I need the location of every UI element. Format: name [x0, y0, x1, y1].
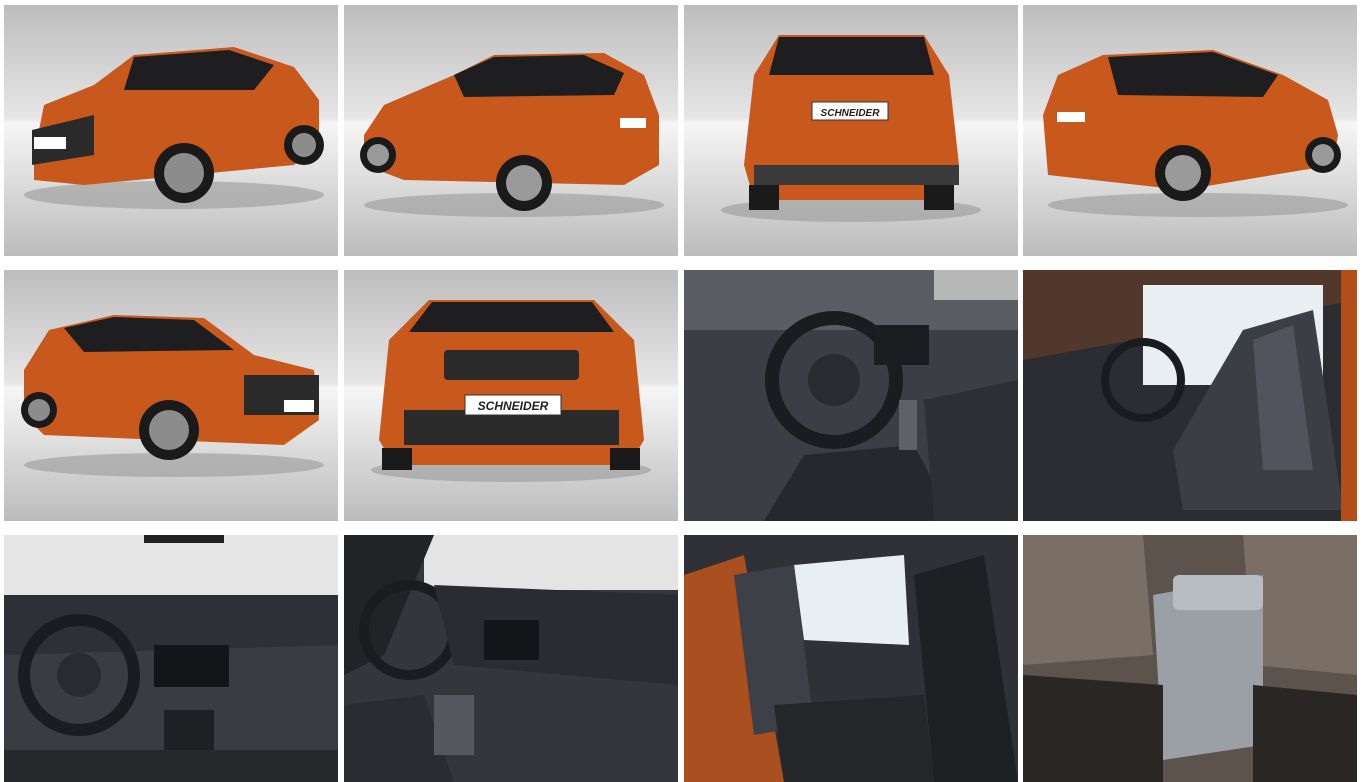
car-front-right-image — [4, 270, 338, 521]
photo-thumbnail-rear-right[interactable] — [1023, 5, 1357, 256]
photo-thumbnail-rear-seats-interior[interactable] — [684, 535, 1018, 782]
interior-rear-seats-image — [684, 535, 1018, 782]
photo-thumbnail-front-right[interactable] — [4, 270, 338, 521]
photo-gallery: SCHNEIDER SCHNEIDER — [0, 0, 1365, 782]
photo-thumbnail-dashboard-interior[interactable] — [4, 535, 338, 782]
interior-dashboard-image — [4, 535, 338, 782]
car-front-image: SCHNEIDER — [344, 270, 678, 521]
front-plate-text: SCHNEIDER — [478, 399, 549, 413]
photo-thumbnail-dashboard-side-interior[interactable] — [344, 535, 678, 782]
car-rear-left-image — [344, 5, 678, 256]
car-front-left-image — [4, 5, 338, 256]
car-rear-right-image — [1023, 5, 1357, 256]
photo-thumbnail-rear[interactable]: SCHNEIDER — [684, 5, 1018, 256]
interior-steering-image — [684, 270, 1018, 521]
interior-armrest-image — [1023, 535, 1357, 782]
photo-thumbnail-front[interactable]: SCHNEIDER — [344, 270, 678, 521]
photo-thumbnail-rear-left[interactable] — [344, 5, 678, 256]
photo-thumbnail-steering-interior[interactable] — [684, 270, 1018, 521]
car-rear-image: SCHNEIDER — [684, 5, 1018, 256]
photo-thumbnail-front-seats-interior[interactable] — [1023, 270, 1357, 521]
photo-thumbnail-armrest-interior[interactable] — [1023, 535, 1357, 782]
photo-thumbnail-front-left[interactable] — [4, 5, 338, 256]
interior-front-seats-image — [1023, 270, 1357, 521]
rear-plate-text: SCHNEIDER — [821, 108, 881, 119]
interior-dashboard-side-image — [344, 535, 678, 782]
